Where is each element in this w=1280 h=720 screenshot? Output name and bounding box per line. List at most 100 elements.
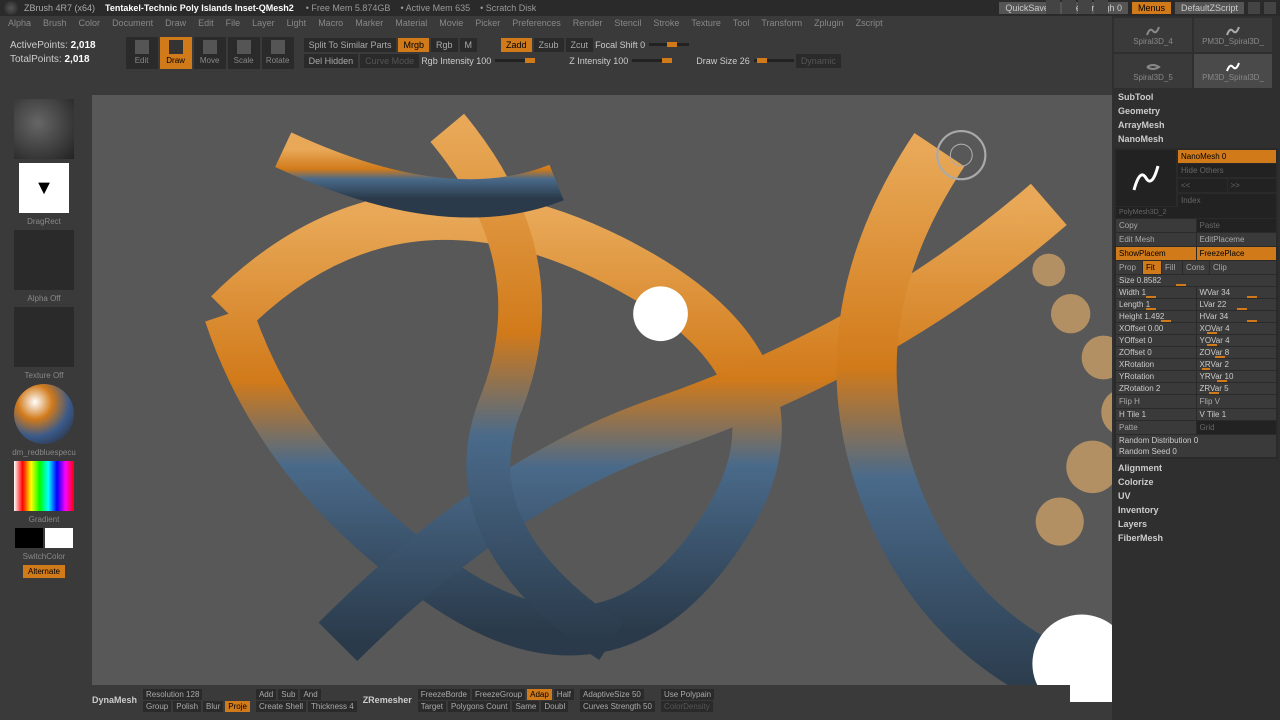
nanomesh-section[interactable]: NanoMesh: [1112, 132, 1280, 146]
cons-button[interactable]: Cons: [1183, 261, 1209, 274]
flipv-button[interactable]: Flip V: [1197, 395, 1277, 408]
layers-section[interactable]: Layers: [1112, 517, 1280, 531]
menu-zscript[interactable]: Zscript: [856, 18, 883, 28]
menu-alpha[interactable]: Alpha: [8, 18, 31, 28]
wvar-slider[interactable]: WVar 34: [1197, 287, 1277, 298]
arraymesh-section[interactable]: ArrayMesh: [1112, 118, 1280, 132]
material-sphere[interactable]: [14, 384, 74, 444]
fliph-button[interactable]: Flip H: [1116, 395, 1196, 408]
menu-render[interactable]: Render: [573, 18, 603, 28]
menu-stencil[interactable]: Stencil: [614, 18, 641, 28]
edit-mesh-button[interactable]: Edit Mesh: [1116, 233, 1196, 246]
menu-material[interactable]: Material: [395, 18, 427, 28]
nanomesh-preview[interactable]: [1116, 150, 1176, 206]
width-slider[interactable]: Width 1: [1116, 287, 1196, 298]
viewport[interactable]: [92, 95, 1240, 702]
switchcolor-label[interactable]: SwitchColor: [4, 552, 84, 561]
color-picker[interactable]: [14, 461, 74, 511]
rotate-mode-button[interactable]: Rotate: [262, 37, 294, 69]
zadd-button[interactable]: Zadd: [501, 38, 532, 52]
menu-edit[interactable]: Edit: [198, 18, 214, 28]
xrotation-slider[interactable]: XRotation: [1116, 359, 1196, 370]
lock-icon[interactable]: [1046, 0, 1060, 14]
minimize-icon[interactable]: [1062, 0, 1076, 14]
freezegroup-button[interactable]: FreezeGroup: [472, 689, 525, 700]
menu-stroke[interactable]: Stroke: [653, 18, 679, 28]
fibermesh-section[interactable]: FiberMesh: [1112, 531, 1280, 545]
menu-light[interactable]: Light: [287, 18, 307, 28]
adap-button[interactable]: Adap: [527, 689, 552, 700]
half-button[interactable]: Half: [554, 689, 574, 700]
double-button[interactable]: Doubl: [541, 701, 568, 712]
color-density-button[interactable]: ColorDensity: [661, 701, 713, 712]
color-white[interactable]: [45, 528, 73, 548]
paste-button[interactable]: Paste: [1197, 219, 1277, 232]
yrvar-slider[interactable]: YRVar 10: [1197, 371, 1277, 382]
height-slider[interactable]: Height 1.492: [1116, 311, 1196, 322]
subtool-section[interactable]: SubTool: [1112, 90, 1280, 104]
alpha-thumb[interactable]: [14, 230, 74, 290]
tool-spiral3d4[interactable]: Spiral3D_4: [1114, 18, 1192, 52]
uv-section[interactable]: UV: [1112, 489, 1280, 503]
and-button[interactable]: And: [300, 689, 320, 700]
size-slider[interactable]: Size 0.8582: [1116, 275, 1276, 286]
color-black[interactable]: [15, 528, 43, 548]
polycount-slider[interactable]: Polygons Count: [448, 701, 510, 712]
mrgb-button[interactable]: Mrgb: [398, 38, 429, 52]
use-polypaint-button[interactable]: Use Polypain: [661, 689, 714, 700]
brush-thumb[interactable]: [14, 99, 74, 159]
menu-movie[interactable]: Movie: [439, 18, 463, 28]
edit-mode-button[interactable]: Edit: [126, 37, 158, 69]
focal-shift-slider[interactable]: Focal Shift 0: [595, 40, 689, 50]
add-button[interactable]: Add: [256, 689, 276, 700]
menu-file[interactable]: File: [226, 18, 241, 28]
same-button[interactable]: Same: [512, 701, 539, 712]
alignment-section[interactable]: Alignment: [1112, 461, 1280, 475]
random-dist-slider[interactable]: Random Distribution 0: [1116, 435, 1276, 446]
yovar-slider[interactable]: YOVar 4: [1197, 335, 1277, 346]
adaptive-size-slider[interactable]: AdaptiveSize 50: [580, 689, 644, 700]
yoffset-slider[interactable]: YOffset 0: [1116, 335, 1196, 346]
fit-button[interactable]: Fit: [1143, 261, 1161, 274]
freeze-placement-button[interactable]: FreezePlace: [1197, 247, 1277, 260]
zovar-slider[interactable]: ZOVar 8: [1197, 347, 1277, 358]
htile-slider[interactable]: H Tile 1: [1116, 409, 1196, 420]
del-hidden-button[interactable]: Del Hidden: [304, 54, 359, 68]
tool-spiral3d5[interactable]: Spiral3D_5: [1114, 54, 1192, 88]
alternate-button[interactable]: Alternate: [23, 565, 65, 578]
yrotation-slider[interactable]: YRotation: [1116, 371, 1196, 382]
random-seed-slider[interactable]: Random Seed 0: [1116, 446, 1276, 457]
prev-button[interactable]: <<: [1178, 179, 1227, 192]
create-shell-button[interactable]: Create Shell: [256, 701, 306, 712]
geometry-section[interactable]: Geometry: [1112, 104, 1280, 118]
zcut-button[interactable]: Zcut: [566, 38, 594, 52]
z-intensity-slider[interactable]: Z Intensity 100: [569, 56, 672, 66]
zrvar-slider[interactable]: ZRVar 5: [1197, 383, 1277, 394]
xrvar-slider[interactable]: XRVar 2: [1197, 359, 1277, 370]
rgb-button[interactable]: Rgb: [431, 38, 458, 52]
inventory-section[interactable]: Inventory: [1112, 503, 1280, 517]
fill-button[interactable]: Fill: [1162, 261, 1182, 274]
layout-icon[interactable]: [1248, 2, 1260, 14]
rgb-intensity-slider[interactable]: Rgb Intensity 100: [421, 56, 535, 66]
stroke-thumb[interactable]: ▼: [19, 163, 69, 213]
default-script[interactable]: DefaultZScript: [1175, 2, 1244, 14]
polish-button[interactable]: Polish: [173, 701, 201, 712]
menu-marker[interactable]: Marker: [355, 18, 383, 28]
menu-layer[interactable]: Layer: [252, 18, 275, 28]
length-slider[interactable]: Length 1: [1116, 299, 1196, 310]
draw-mode-button[interactable]: Draw: [160, 37, 192, 69]
show-placement-button[interactable]: ShowPlacem: [1116, 247, 1196, 260]
draw-size-slider[interactable]: Draw Size 26: [696, 56, 794, 66]
edit-placement-button[interactable]: EditPlaceme: [1197, 233, 1277, 246]
target-button[interactable]: Target: [418, 701, 446, 712]
menu-draw[interactable]: Draw: [165, 18, 186, 28]
tool-pm3d-spiral[interactable]: PM3D_Spiral3D_: [1194, 18, 1272, 52]
m-button[interactable]: M: [460, 38, 478, 52]
split-parts-button[interactable]: Split To Similar Parts: [304, 38, 397, 52]
texture-thumb[interactable]: [14, 307, 74, 367]
tool-pm3d-spiral2[interactable]: PM3D_Spiral3D_: [1194, 54, 1272, 88]
layout2-icon[interactable]: [1264, 2, 1276, 14]
sub-button[interactable]: Sub: [278, 689, 298, 700]
curves-strength-slider[interactable]: Curves Strength 50: [580, 701, 655, 712]
